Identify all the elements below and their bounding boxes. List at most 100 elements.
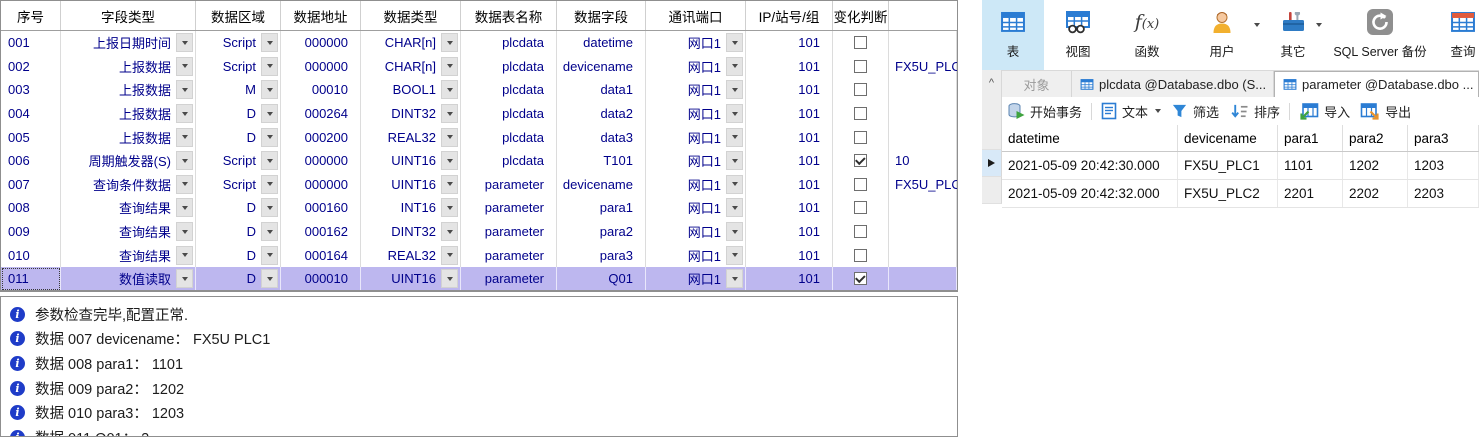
cell-data-address[interactable]: 000200 [281,125,361,149]
table-row[interactable]: 006周期触发器(S)Script000000UINT16plcdataT101… [1,149,957,173]
table-row[interactable]: 008查询结果D000160INT16parameterpara1网口1101 [1,196,957,220]
cell-seq[interactable]: 011 [1,267,61,291]
grid-column-header-devicename[interactable]: devicename [1178,125,1278,151]
dropdown-button[interactable] [176,246,193,265]
cell-extra[interactable] [889,78,957,102]
cell-comm-port[interactable]: 网口1 [646,173,746,197]
grid-cell[interactable]: 2202 [1343,180,1408,207]
cell-data-field[interactable]: T101 [557,149,646,173]
dropdown-button[interactable] [726,246,743,265]
cell-extra[interactable]: FX5U_PLC1 [889,173,957,197]
cell-change-detect[interactable] [833,149,889,173]
dropdown-button[interactable] [176,175,193,194]
cell-comm-port[interactable]: 网口1 [646,267,746,291]
cell-data-field[interactable]: datetime [557,31,646,55]
table-row[interactable]: 007查询条件数据Script000000UINT16parameterdevi… [1,173,957,197]
dropdown-button[interactable] [441,246,458,265]
cell-extra[interactable] [889,125,957,149]
cell-comm-port[interactable]: 网口1 [646,78,746,102]
cell-data-area[interactable]: D [196,196,281,220]
cell-field-type[interactable]: 周期触发器(S) [61,149,196,173]
cell-comm-port[interactable]: 网口1 [646,220,746,244]
cell-field-type[interactable]: 上报日期时间 [61,31,196,55]
table-row[interactable]: 002上报数据Script000000CHAR[n]plcdatadevicen… [1,55,957,79]
cell-data-address[interactable]: 000010 [281,267,361,291]
dropdown-button[interactable] [261,57,278,76]
cell-data-field[interactable]: para3 [557,243,646,267]
cell-ip-station[interactable]: 101 [746,149,833,173]
cell-comm-port[interactable]: 网口1 [646,31,746,55]
cell-seq[interactable]: 008 [1,196,61,220]
chevron-down-icon[interactable] [1254,27,1260,45]
cell-comm-port[interactable]: 网口1 [646,149,746,173]
cell-data-field[interactable]: data1 [557,78,646,102]
change-detect-checkbox[interactable] [854,83,867,96]
grid-cell[interactable]: 1203 [1408,152,1479,179]
cell-change-detect[interactable] [833,267,889,291]
cell-data-address[interactable]: 000162 [281,220,361,244]
cell-data-type[interactable]: INT16 [361,196,461,220]
grid-cell[interactable]: 2021-05-09 20:42:30.000 [1002,152,1178,179]
dropdown-button[interactable] [726,104,743,123]
dropdown-button[interactable] [441,104,458,123]
dropdown-button[interactable] [726,151,743,170]
cell-ip-station[interactable]: 101 [746,173,833,197]
cell-table-name[interactable]: parameter [461,196,557,220]
cell-ip-station[interactable]: 101 [746,220,833,244]
grid-cell[interactable]: 2021-05-09 20:42:32.000 [1002,180,1178,207]
change-detect-checkbox[interactable] [854,36,867,49]
dropdown-button[interactable] [261,222,278,241]
cell-change-detect[interactable] [833,173,889,197]
dropdown-button[interactable] [441,269,458,288]
grid-cell[interactable]: FX5U_PLC2 [1178,180,1278,207]
cell-table-name[interactable]: plcdata [461,78,557,102]
cell-field-type[interactable]: 查询结果 [61,220,196,244]
cell-seq[interactable]: 004 [1,102,61,126]
chevron-down-icon[interactable] [1155,109,1161,113]
cell-extra[interactable] [889,267,957,291]
cell-field-type[interactable]: 查询结果 [61,196,196,220]
dropdown-button[interactable] [176,57,193,76]
dropdown-button[interactable] [261,246,278,265]
dropdown-button[interactable] [176,222,193,241]
cell-data-field[interactable]: para1 [557,196,646,220]
dropdown-button[interactable] [441,151,458,170]
cell-data-field[interactable]: para2 [557,220,646,244]
cell-data-area[interactable]: D [196,220,281,244]
cell-data-field[interactable]: data2 [557,102,646,126]
dropdown-button[interactable] [726,128,743,147]
cell-data-field[interactable]: Q01 [557,267,646,291]
cell-table-name[interactable]: plcdata [461,102,557,126]
cell-field-type[interactable]: 上报数据 [61,55,196,79]
dropdown-button[interactable] [176,128,193,147]
cell-seq[interactable]: 003 [1,78,61,102]
cell-ip-station[interactable]: 101 [746,102,833,126]
toolbar-button-others[interactable]: 其它 [1262,0,1324,70]
dropdown-button[interactable] [176,104,193,123]
toolbar-button-table[interactable]: 表 [982,0,1044,70]
change-detect-checkbox[interactable] [854,178,867,191]
cell-data-field[interactable]: data3 [557,125,646,149]
cell-extra[interactable] [889,31,957,55]
dropdown-button[interactable] [441,33,458,52]
cell-table-name[interactable]: parameter [461,173,557,197]
cell-table-name[interactable]: plcdata [461,55,557,79]
dropdown-button[interactable] [441,128,458,147]
chevron-down-icon[interactable] [1316,27,1322,45]
cell-data-type[interactable]: UINT16 [361,173,461,197]
cell-seq[interactable]: 006 [1,149,61,173]
cell-change-detect[interactable] [833,125,889,149]
cell-ip-station[interactable]: 101 [746,267,833,291]
dropdown-button[interactable] [726,198,743,217]
cell-field-type[interactable]: 查询结果 [61,243,196,267]
cell-seq[interactable]: 007 [1,173,61,197]
active-row-header[interactable] [982,150,1002,177]
cell-data-address[interactable]: 000000 [281,149,361,173]
cell-data-address[interactable]: 000160 [281,196,361,220]
cell-data-area[interactable]: Script [196,55,281,79]
change-detect-checkbox[interactable] [854,131,867,144]
dropdown-button[interactable] [726,33,743,52]
action-sort[interactable]: 排序 [1229,102,1280,121]
cell-data-type[interactable]: UINT16 [361,149,461,173]
cell-data-type[interactable]: CHAR[n] [361,31,461,55]
